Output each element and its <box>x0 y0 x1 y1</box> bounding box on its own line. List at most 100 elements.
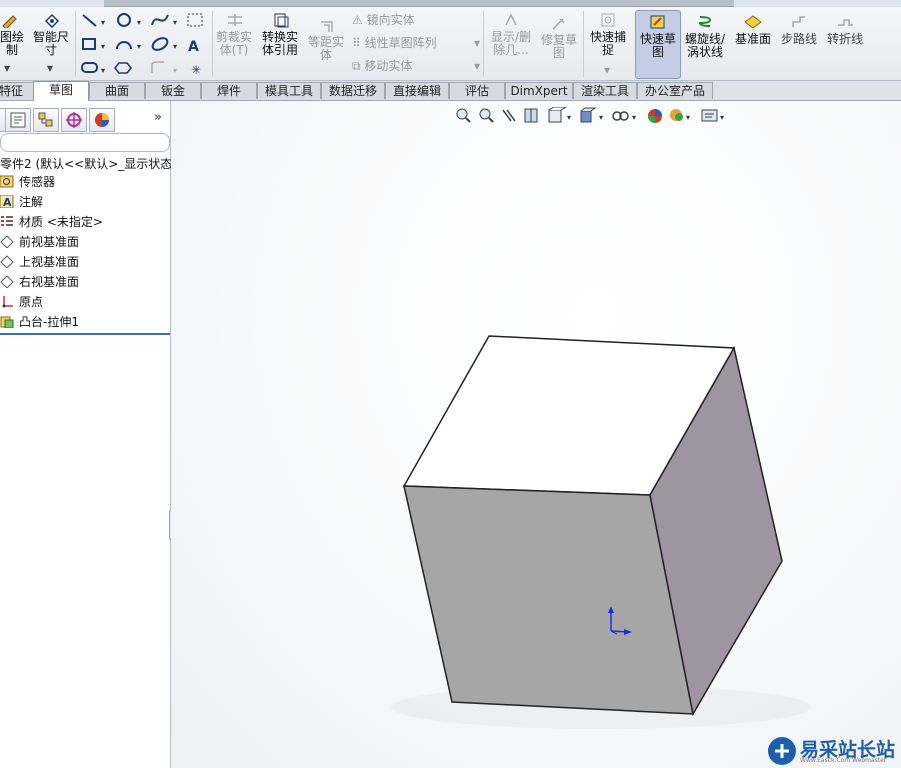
tab-dimxpert[interactable]: DimXpert <box>505 82 573 99</box>
sketch-label: 图绘制 <box>0 30 24 57</box>
svg-text:▾: ▾ <box>137 42 141 51</box>
smart-dimension-label: 智能尺寸 <box>32 30 69 57</box>
property-manager-tab[interactable] <box>5 108 31 132</box>
dimxpert-icon <box>66 112 82 128</box>
smart-dimension-button[interactable]: 智能尺寸 <box>30 12 72 57</box>
sketch-dropdown-caret[interactable]: ▾ <box>4 61 10 75</box>
panel-tabs: » <box>0 106 170 134</box>
offset-icon <box>321 21 333 32</box>
tab-render-tools[interactable]: 渲染工具 <box>573 82 637 99</box>
linear-pattern-button[interactable]: ⠿ 线性草图阵列 ▾ <box>352 36 480 50</box>
trim-label: 剪裁实 体(T) <box>215 30 252 57</box>
svg-text:✳: ✳ <box>191 63 201 77</box>
cube-front-face[interactable] <box>403 485 694 715</box>
tab-direct-editing[interactable]: 直接编辑 <box>385 82 449 99</box>
tab-evaluate[interactable]: 评估 <box>449 82 505 99</box>
mirror-entities-button[interactable]: ⚠ 镜向实体 <box>352 13 415 27</box>
repair-icon <box>552 18 565 30</box>
tree-item-sensors[interactable]: 传感器 <box>0 173 55 191</box>
title-strip <box>0 0 901 7</box>
tree-item-label: 原点 <box>19 295 44 309</box>
repair-sketch-button[interactable]: 修复草图 <box>538 17 580 60</box>
svg-text:▾: ▾ <box>137 18 141 27</box>
tab-weldments[interactable]: 焊件 <box>201 82 257 99</box>
tree-item-label: 右视基准面 <box>19 275 80 289</box>
tree-item-top-plane[interactable]: 上视基准面 <box>0 253 79 271</box>
sketch-entities-grid[interactable]: ▾ ▾ ▾ ▾ ▾ ▾ A ▾ ▾ ✳ <box>80 11 210 77</box>
panel-expand-arrows[interactable]: » <box>154 110 162 125</box>
pattern-icon: ⠿ <box>352 36 361 50</box>
tab-sketch[interactable]: 草图 <box>33 81 89 101</box>
rapid-sketch-label: 快速草图 <box>639 32 676 59</box>
tree-root-part[interactable]: 零件2 (默认<<默认>_显示状态 <box>0 155 172 172</box>
dimension-dropdown-caret[interactable]: ▾ <box>47 61 53 75</box>
svg-text:▾: ▾ <box>173 66 177 75</box>
jog-line-icon <box>838 19 853 26</box>
tab-data-migration[interactable]: 数据迁移 <box>321 82 385 99</box>
extrude-icon <box>0 316 14 328</box>
tree-item-annotations[interactable]: A 注解 <box>0 193 43 211</box>
helix-label: 螺旋线/涡状线 <box>684 32 726 59</box>
snap-icon <box>601 13 615 27</box>
helix-spiral-button[interactable]: 螺旋线/涡状线 <box>682 14 728 59</box>
offset-entities-button[interactable]: 等距实体 <box>306 19 346 62</box>
tree-item-boss-extrude[interactable]: 凸台-拉伸1 <box>0 313 79 331</box>
svg-text:▾: ▾ <box>173 18 177 27</box>
convert-label: 转换实 体引用 <box>261 30 298 57</box>
command-manager-tabs: 特征 草图 曲面 钣金 焊件 模具工具 数据迁移 直接编辑 评估 DimXper… <box>0 81 901 101</box>
tree-filter-input[interactable] <box>0 133 170 152</box>
convert-entities-icon <box>274 13 289 28</box>
tree-item-label: 凸台-拉伸1 <box>19 315 79 329</box>
plane-icon <box>744 15 762 29</box>
repair-label: 修复草图 <box>540 33 577 60</box>
trim-entities-button[interactable]: 剪裁实 体(T) <box>214 12 254 57</box>
reference-plane-button[interactable]: 基准面 <box>730 14 776 46</box>
snap-dropdown-caret[interactable]: ▾ <box>604 63 610 77</box>
origin-icon <box>2 296 13 308</box>
route-line-button[interactable]: 步路线 <box>777 14 821 46</box>
quick-snaps-label: 快速捕捉 <box>589 30 626 57</box>
svg-text:▾: ▾ <box>101 66 105 75</box>
reference-plane-label: 基准面 <box>734 32 771 46</box>
tree-item-label: 上视基准面 <box>19 255 80 269</box>
tree-item-origin[interactable]: 原点 <box>0 293 43 311</box>
dimxpert-manager-tab[interactable] <box>61 108 87 132</box>
tab-sheet-metal[interactable]: 钣金 <box>145 82 201 99</box>
display-manager-tab[interactable] <box>89 108 115 132</box>
tree-rollback-bar[interactable] <box>0 333 170 335</box>
site-watermark: 易采站长站 Www.Easck.Com Webmaster <box>766 733 901 768</box>
relations-icon <box>505 13 517 26</box>
tree-item-front-plane[interactable]: 前视基准面 <box>0 233 79 251</box>
helix-icon <box>698 16 712 27</box>
tab-features[interactable]: 特征 <box>0 82 34 99</box>
display-manager-icon <box>95 113 109 127</box>
tree-item-label: 材质 <未指定> <box>19 215 103 229</box>
tab-office-products[interactable]: 办公室产品 <box>637 82 713 99</box>
offset-label: 等距实体 <box>307 35 344 62</box>
tree-item-material[interactable]: 材质 <未指定> <box>0 213 103 231</box>
tab-mold-tools[interactable]: 模具工具 <box>257 82 321 99</box>
route-line-icon <box>792 16 805 27</box>
tree-item-label: 传感器 <box>19 175 56 189</box>
convert-entities-button[interactable]: 转换实 体引用 <box>258 12 302 57</box>
linear-pattern-label: 线性草图阵列 <box>364 36 437 50</box>
material-icon <box>1 216 13 226</box>
jog-line-button[interactable]: 转折线 <box>823 14 867 46</box>
display-delete-relations-button[interactable]: 显示/删 除几... <box>486 12 536 57</box>
route-line-label: 步路线 <box>780 32 817 46</box>
plane-icon <box>0 275 14 288</box>
svg-text:▾: ▾ <box>173 42 177 51</box>
rapid-sketch-button[interactable]: 快速草图 <box>635 14 681 59</box>
mirror-label: 镜向实体 <box>366 13 415 27</box>
tree-item-right-plane[interactable]: 右视基准面 <box>0 273 79 291</box>
mirror-icon: ⚠ <box>352 13 363 27</box>
tab-surfaces[interactable]: 曲面 <box>89 82 145 99</box>
annotation-icon: A <box>0 195 14 208</box>
plane-icon <box>0 255 14 268</box>
configuration-manager-tab[interactable] <box>33 108 59 132</box>
quick-snaps-button[interactable]: 快速捕捉 <box>586 12 630 57</box>
tree-item-label: 前视基准面 <box>19 235 80 249</box>
move-entities-button[interactable]: ⧉ 移动实体 ▾ <box>352 59 480 73</box>
svg-text:▾: ▾ <box>101 18 105 27</box>
sketch-button[interactable]: 图绘制 <box>0 12 27 57</box>
